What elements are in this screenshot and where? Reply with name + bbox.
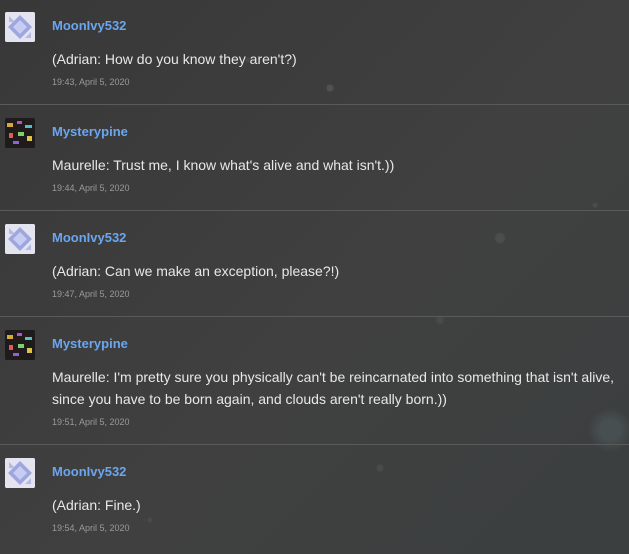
username-link[interactable]: MoonIvy532: [52, 18, 126, 33]
username-link[interactable]: Mysterypine: [52, 124, 128, 139]
message-post: MoonIvy532 (Adrian: Can we make an excep…: [0, 211, 629, 317]
message-post: MoonIvy532 (Adrian: Fine.) 19:54, April …: [0, 445, 629, 554]
crystal-avatar-icon[interactable]: [5, 224, 35, 254]
message-timestamp: 19:43, April 5, 2020: [52, 77, 130, 87]
crystal-avatar-icon[interactable]: [5, 458, 35, 488]
username-link[interactable]: MoonIvy532: [52, 230, 126, 245]
message-post: Mysterypine Maurelle: Trust me, I know w…: [0, 105, 629, 211]
mystery-avatar-icon[interactable]: [5, 118, 35, 148]
message-timestamp: 19:44, April 5, 2020: [52, 183, 130, 193]
username-link[interactable]: Mysterypine: [52, 336, 128, 351]
message-post: MoonIvy532 (Adrian: How do you know they…: [0, 0, 629, 105]
message-timestamp: 19:54, April 5, 2020: [52, 523, 130, 533]
message-text: Maurelle: Trust me, I know what's alive …: [52, 157, 395, 173]
message-timestamp: 19:51, April 5, 2020: [52, 417, 130, 427]
username-link[interactable]: MoonIvy532: [52, 464, 126, 479]
message-text: (Adrian: How do you know they aren't?): [52, 51, 297, 67]
mystery-avatar-icon[interactable]: [5, 330, 35, 360]
message-text: Maurelle: I'm pretty sure you physically…: [52, 369, 615, 407]
message-post: Mysterypine Maurelle: I'm pretty sure yo…: [0, 317, 629, 445]
crystal-avatar-icon[interactable]: [5, 12, 35, 42]
message-text: (Adrian: Can we make an exception, pleas…: [52, 263, 340, 279]
message-timestamp: 19:47, April 5, 2020: [52, 289, 130, 299]
message-text: (Adrian: Fine.): [52, 497, 141, 513]
